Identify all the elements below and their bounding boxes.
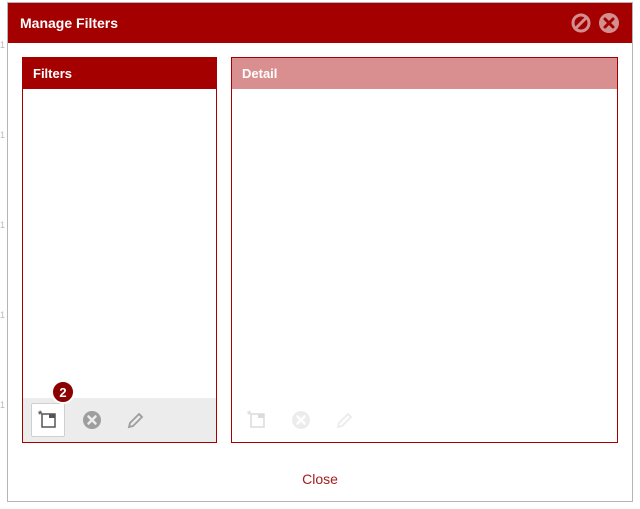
dialog-content: Filters * xyxy=(8,43,632,457)
dialog-title: Manage Filters xyxy=(20,15,564,31)
close-icon[interactable] xyxy=(598,12,620,34)
dialog-footer: Close xyxy=(8,457,632,501)
new-filter-button[interactable]: * xyxy=(31,403,65,437)
detail-panel: Detail * xyxy=(231,57,618,443)
close-button[interactable]: Close xyxy=(302,471,338,487)
delete-detail-button xyxy=(284,403,318,437)
prohibit-icon[interactable] xyxy=(570,12,592,34)
new-detail-button: * xyxy=(240,403,274,437)
filters-panel: Filters * xyxy=(22,57,217,443)
edit-detail-button xyxy=(328,403,362,437)
manage-filters-dialog: Manage Filters Filters * xyxy=(7,2,633,502)
filters-panel-header: Filters xyxy=(23,58,216,89)
delete-filter-button[interactable] xyxy=(75,403,109,437)
detail-panel-header: Detail xyxy=(232,58,617,89)
filters-toolbar: * xyxy=(23,398,216,442)
detail-body xyxy=(232,89,617,398)
step-badge: 2 xyxy=(51,380,75,404)
filters-list xyxy=(23,89,216,398)
background-artifact: 11111 xyxy=(0,0,7,450)
edit-filter-button[interactable] xyxy=(119,403,153,437)
dialog-titlebar: Manage Filters xyxy=(8,3,632,43)
detail-toolbar: * xyxy=(232,398,617,442)
